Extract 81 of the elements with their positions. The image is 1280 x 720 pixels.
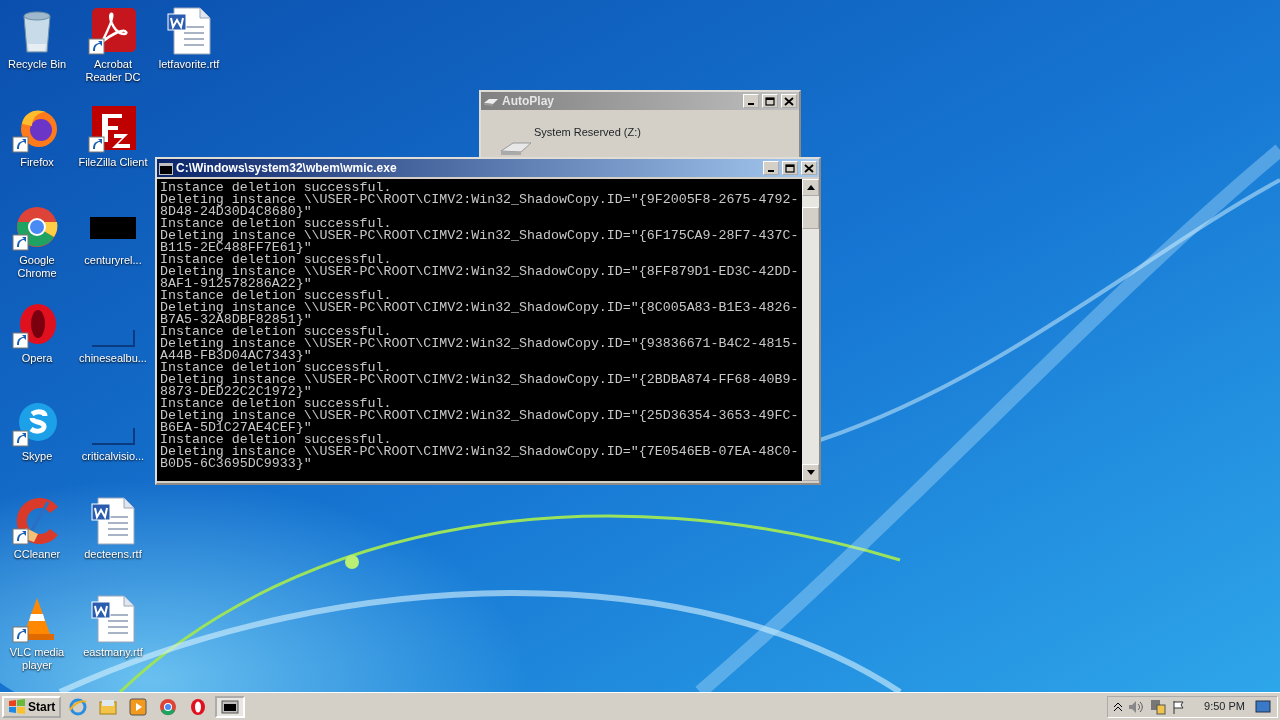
- icon-label[interactable]: letfavorite.rtf: [152, 58, 226, 71]
- icon-label[interactable]: CCleaner: [0, 548, 74, 561]
- close-button[interactable]: [801, 161, 817, 175]
- start-button[interactable]: Start: [2, 695, 62, 718]
- close-icon: [804, 163, 814, 173]
- down-arrow-icon: [806, 470, 815, 475]
- windows-logo-icon: [8, 698, 26, 715]
- scrollbar-thumb[interactable]: [802, 207, 819, 229]
- word-document-icon[interactable]: [88, 594, 138, 644]
- minimize-button[interactable]: [743, 94, 759, 108]
- icon-label[interactable]: decteens.rtf: [76, 548, 150, 561]
- minimize-icon: [748, 103, 754, 105]
- console-line: Instance deletion successful.: [160, 326, 392, 338]
- media-player-icon: [129, 697, 148, 716]
- drive-icon: [499, 140, 533, 155]
- chrome-icon: [159, 697, 178, 716]
- console-line: B7A5-32A8DBF82851}": [160, 314, 312, 326]
- console-line: Instance deletion successful.: [160, 290, 392, 302]
- minimize-button[interactable]: [763, 161, 779, 175]
- opera-logo-icon: [189, 697, 208, 716]
- console-line: Deleting instance \\USER-PC\ROOT\CIMV2:Win32_ShadowCopy.ID="{7E0546EB-07EA-48C0-: [160, 446, 800, 458]
- maximize-icon: [785, 163, 795, 173]
- close-icon: [784, 96, 794, 106]
- close-button[interactable]: [781, 94, 797, 108]
- console-icon: [159, 162, 173, 175]
- console-line: 8AF1-912578286A22}": [160, 278, 312, 290]
- icon-label[interactable]: criticalvisio...: [76, 450, 150, 463]
- scrollbar[interactable]: [802, 179, 819, 481]
- console-line: Instance deletion successful.: [160, 218, 392, 230]
- console-line: 8D48-24D30D4C8680}": [160, 206, 312, 218]
- console-line: B6EA-5D1C27AE4CEF}": [160, 422, 312, 434]
- icon-label[interactable]: centuryrel...: [76, 254, 150, 267]
- console-line: B115-2EC488FF7E61}": [160, 242, 312, 254]
- scroll-up-button[interactable]: [802, 179, 819, 196]
- scroll-down-button[interactable]: [802, 464, 819, 481]
- word-document-icon[interactable]: [88, 496, 138, 546]
- drive-icon: [483, 96, 499, 107]
- filezilla-icon[interactable]: [88, 104, 138, 154]
- icon-label[interactable]: Google Chrome: [0, 254, 74, 280]
- console-button[interactable]: [215, 695, 246, 718]
- icon-label[interactable]: Recycle Bin: [0, 58, 74, 71]
- show-hidden-icons-icon[interactable]: [1114, 701, 1123, 712]
- icon-label[interactable]: chinesealbu...: [76, 352, 150, 365]
- speaker-icon[interactable]: [1128, 699, 1145, 714]
- network-icon[interactable]: [1150, 698, 1167, 715]
- console-line: Deleting instance \\USER-PC\ROOT\CIMV2:Win32_ShadowCopy.ID="{8FF879D1-ED3C-42DD-: [160, 266, 800, 278]
- clock[interactable]: 9:50 PM: [1204, 698, 1245, 715]
- window-title: AutoPlay: [502, 93, 555, 110]
- console-line: Instance deletion successful.: [160, 254, 392, 266]
- console-line: Deleting instance \\USER-PC\ROOT\CIMV2:Win32_ShadowCopy.ID="{9F2005F8-2675-4792-: [160, 194, 800, 206]
- show-desktop-icon[interactable]: [1255, 699, 1271, 714]
- pdf-app-icon[interactable]: [88, 6, 138, 56]
- console-line: Instance deletion successful.: [160, 182, 392, 194]
- minimize-icon: [768, 170, 774, 172]
- console-line: Deleting instance \\USER-PC\ROOT\CIMV2:Win32_ShadowCopy.ID="{93836671-B4C2-4815-: [160, 338, 800, 350]
- console-line: Deleting instance \\USER-PC\ROOT\CIMV2:Win32_ShadowCopy.ID="{2BDBA874-FF68-40B9-: [160, 374, 800, 386]
- console-line: Instance deletion successful.: [160, 362, 392, 374]
- word-document-icon[interactable]: [164, 6, 214, 56]
- console-line: Deleting instance \\USER-PC\ROOT\CIMV2:Win32_ShadowCopy.ID="{8C005A83-B1E3-4826-: [160, 302, 800, 314]
- maximize-button[interactable]: [782, 161, 798, 175]
- icon-label[interactable]: Skype: [0, 450, 74, 463]
- up-arrow-icon: [806, 185, 815, 190]
- icon-label[interactable]: FileZilla Client: [76, 156, 150, 169]
- console-icon: [221, 697, 240, 716]
- console-line: Deleting instance \\USER-PC\ROOT\CIMV2:Win32_ShadowCopy.ID="{25D36354-3653-49FC-: [160, 410, 800, 422]
- flag-icon[interactable]: [1172, 699, 1187, 714]
- console-line: 8873-DED22C2C1972}": [160, 386, 312, 398]
- console-line: Instance deletion successful.: [160, 434, 392, 446]
- console-line: B0D5-6C3695DC9933}": [160, 458, 312, 470]
- window-title: C:\Windows\system32\wbem\wmic.exe: [176, 160, 398, 177]
- maximize-button[interactable]: [762, 94, 778, 108]
- icon-label[interactable]: Firefox: [0, 156, 74, 169]
- console-line: Instance deletion successful.: [160, 398, 392, 410]
- maximize-icon: [765, 96, 775, 106]
- console-line: A44B-FB3D04AC7343}": [160, 350, 312, 362]
- icon-label[interactable]: Opera: [0, 352, 74, 365]
- drive-label: System Reserved (Z:): [534, 125, 642, 140]
- folder-icon: [99, 697, 118, 716]
- console-line: Deleting instance \\USER-PC\ROOT\CIMV2:Win32_ShadowCopy.ID="{6F175CA9-28F7-437C-: [160, 230, 800, 242]
- browser-icon: [69, 697, 88, 716]
- icon-label[interactable]: Acrobat Reader DC: [76, 58, 150, 84]
